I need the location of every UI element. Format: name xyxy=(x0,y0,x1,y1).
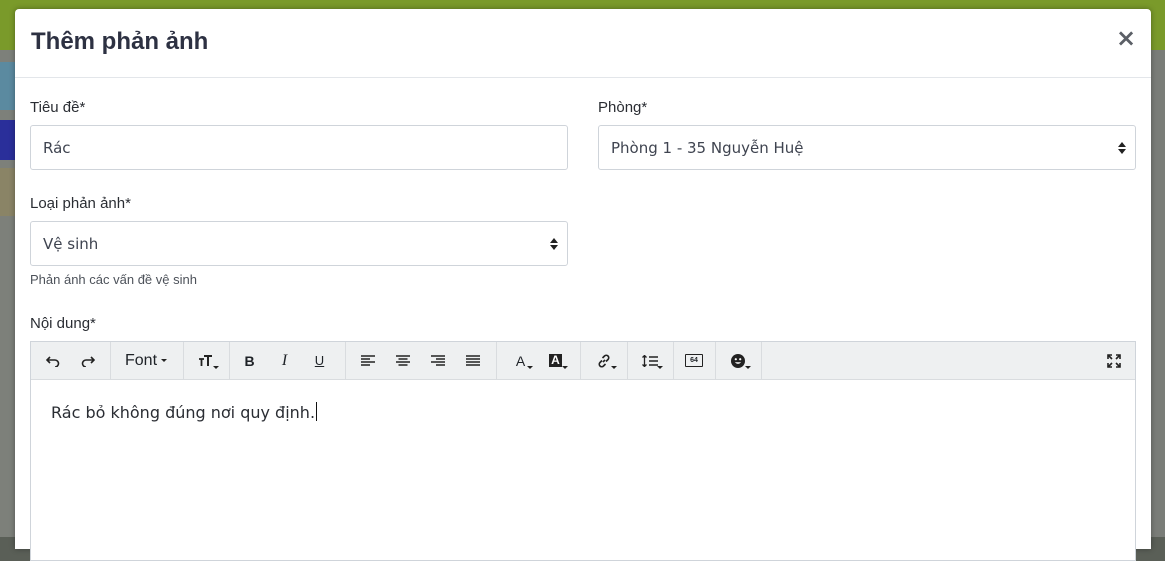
history-group xyxy=(31,342,111,379)
chevron-down-icon xyxy=(161,359,168,362)
chevron-down-icon xyxy=(744,366,751,369)
align-left-button[interactable] xyxy=(350,342,385,379)
align-left-icon xyxy=(360,355,375,366)
undo-button[interactable] xyxy=(35,342,70,379)
line-height-icon xyxy=(642,354,658,367)
feedback-type-select[interactable]: Vệ sinh xyxy=(30,221,568,266)
image-group: 64 xyxy=(673,342,716,379)
align-right-button[interactable] xyxy=(420,342,455,379)
editor-toolbar: Font B I U A A 64 xyxy=(31,342,1135,380)
close-button[interactable]: × xyxy=(1115,26,1137,50)
align-group xyxy=(346,342,497,379)
feedback-type-hint: Phản ánh các vấn đề vệ sinh xyxy=(30,272,197,287)
fullscreen-button[interactable] xyxy=(1096,342,1131,379)
emoji-icon xyxy=(731,353,745,368)
rich-text-editor: Font B I U A A 64 Rác bỏ không đúng nơi … xyxy=(30,341,1136,561)
chevron-down-icon xyxy=(212,366,219,369)
font-color-button[interactable]: A xyxy=(503,342,538,379)
text-cursor xyxy=(316,402,318,421)
room-select-value: Phòng 1 - 35 Nguyễn Huệ xyxy=(611,138,804,157)
undo-icon xyxy=(45,355,60,367)
base64-label: 64 xyxy=(690,357,698,364)
justify-icon xyxy=(465,355,480,366)
text-size-icon xyxy=(198,354,214,367)
font-group: Font xyxy=(111,342,184,379)
color-group: A A xyxy=(497,342,581,379)
background-column xyxy=(1150,50,1165,537)
align-center-button[interactable] xyxy=(385,342,420,379)
feedback-type-value: Vệ sinh xyxy=(43,234,99,253)
link-button[interactable] xyxy=(587,342,622,379)
style-group: B I U xyxy=(229,342,346,379)
underline-button[interactable]: U xyxy=(302,342,337,379)
select-arrows-icon xyxy=(1118,141,1126,154)
editor-content-area[interactable]: Rác bỏ không đúng nơi quy định. xyxy=(51,402,318,422)
highlight-icon: A xyxy=(549,353,562,367)
font-color-label: A xyxy=(515,352,526,369)
link-group xyxy=(581,342,628,379)
line-height-group xyxy=(627,342,674,379)
emoji-group xyxy=(715,342,762,379)
editor-text: Rác bỏ không đúng nơi quy định. xyxy=(51,403,316,422)
highlight-color-button[interactable]: A xyxy=(538,342,573,379)
select-arrows-icon xyxy=(550,237,558,250)
chevron-down-icon xyxy=(610,366,617,369)
room-field-label: Phòng* xyxy=(598,99,648,116)
feedback-type-label: Loại phản ảnh* xyxy=(30,195,131,212)
base64-image-button[interactable]: 64 xyxy=(677,342,712,379)
font-label: Font xyxy=(125,351,158,369)
align-center-icon xyxy=(395,355,410,366)
line-height-button[interactable] xyxy=(633,342,668,379)
title-input[interactable] xyxy=(30,125,568,170)
modal-header: Thêm phản ảnh × xyxy=(15,9,1151,78)
align-right-icon xyxy=(430,355,445,366)
emoji-button[interactable] xyxy=(721,342,756,379)
font-dropdown[interactable]: Font xyxy=(111,342,181,379)
link-icon xyxy=(597,354,611,368)
add-feedback-modal: Thêm phản ảnh × Tiêu đề* Phòng* Phòng 1 … xyxy=(15,9,1151,561)
italic-button[interactable]: I xyxy=(267,342,302,379)
base64-icon: 64 xyxy=(685,354,703,367)
fullscreen-icon xyxy=(1106,353,1121,368)
redo-button[interactable] xyxy=(70,342,105,379)
chevron-down-icon xyxy=(656,366,663,369)
redo-icon xyxy=(81,355,95,367)
modal-title: Thêm phản ảnh xyxy=(31,28,209,55)
chevron-down-icon xyxy=(562,366,568,369)
title-field-label: Tiêu đề* xyxy=(30,99,86,116)
room-select[interactable]: Phòng 1 - 35 Nguyễn Huệ xyxy=(598,125,1136,170)
bold-button[interactable]: B xyxy=(232,342,267,379)
font-size-button[interactable] xyxy=(189,342,224,379)
content-field-label: Nội dung* xyxy=(30,315,96,332)
font-size-group xyxy=(183,342,230,379)
chevron-down-icon xyxy=(527,366,533,369)
justify-button[interactable] xyxy=(455,342,490,379)
